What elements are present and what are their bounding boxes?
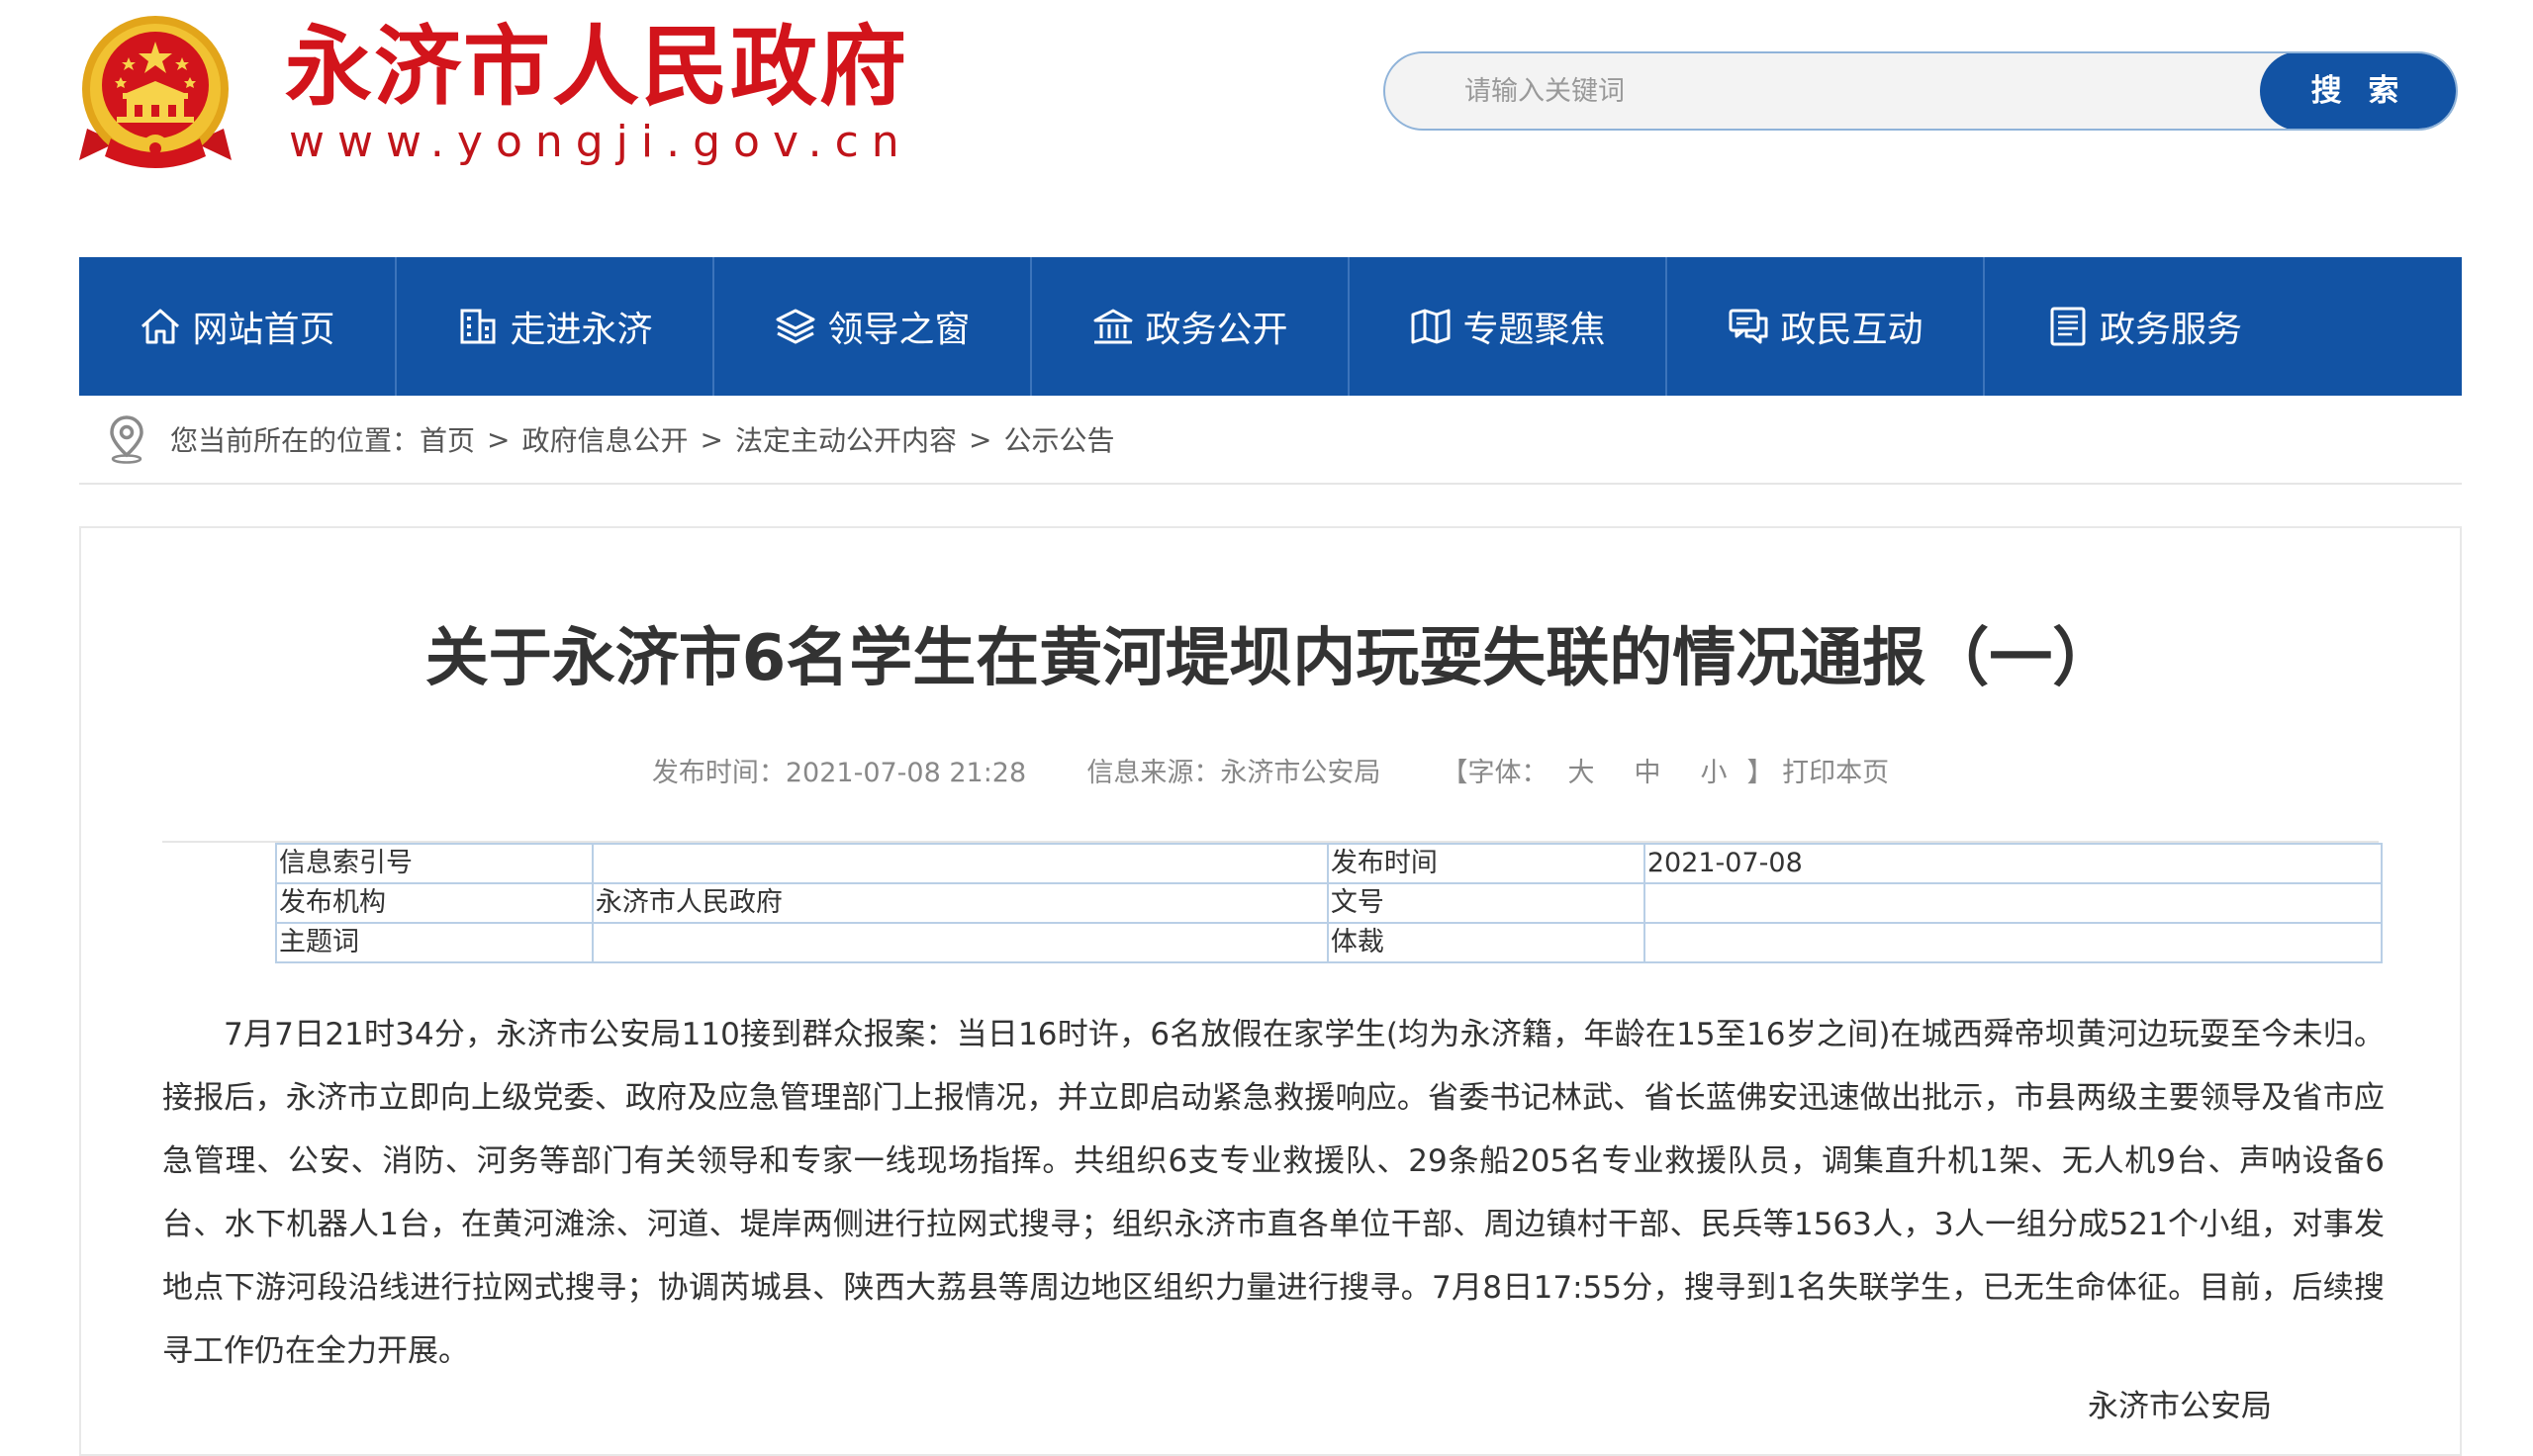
info-table: 信息索引号 发布时间 2021-07-08 发布机构 永济市人民政府 文号 主题…: [275, 843, 2384, 963]
index-label: 信息索引号: [275, 843, 594, 884]
genre-value: [1642, 922, 2384, 963]
font-size-medium-button[interactable]: 中: [1635, 758, 1661, 788]
government-building-icon: [1091, 305, 1135, 348]
index-value: [591, 843, 1329, 884]
org-value: 永济市人民政府: [591, 882, 1329, 924]
building-icon: [456, 305, 500, 348]
font-size-close: 】: [1746, 758, 1774, 788]
nav-item-label: 走进永济: [510, 310, 653, 350]
site-header: 永济市人民政府 www.yongji.gov.cn 搜 索: [0, 0, 2533, 257]
nav-item-government-affairs[interactable]: 政务公开: [1032, 257, 1350, 396]
breadcrumb: 您当前所在的位置： 首页 > 政府信息公开 > 法定主动公开内容 > 公示公告: [79, 396, 2462, 485]
national-emblem-icon[interactable]: [77, 12, 234, 172]
article-meta: 发布时间：2021-07-08 21:28 信息来源：永济市公安局 【字体： 大 中…: [81, 754, 2460, 793]
font-size-open: 【字体：: [1441, 758, 1548, 788]
nav-item-label: 政务公开: [1145, 310, 1288, 350]
date-label: 发布时间: [1326, 843, 1645, 884]
breadcrumb-separator: >: [969, 422, 992, 456]
location-pin-icon: [110, 415, 143, 464]
main-nav: 网站首页 走进永济 领导之窗 政务公开 专题聚焦 政民互动 政务服务: [79, 257, 2462, 396]
search-box: 搜 索: [1383, 51, 2458, 131]
breadcrumb-mandatory-disclosure[interactable]: 法定主动公开内容: [735, 419, 957, 459]
nav-item-special-topics[interactable]: 专题聚焦: [1350, 257, 1667, 396]
nav-item-label: 政务服务: [2100, 310, 2243, 350]
font-size-small-button[interactable]: 小: [1701, 758, 1728, 788]
source-value: 永济市公安局: [1220, 758, 1381, 788]
nav-item-home[interactable]: 网站首页: [79, 257, 397, 396]
table-row: 信息索引号 发布时间 2021-07-08: [275, 843, 2384, 884]
doc-no-label: 文号: [1326, 882, 1645, 924]
publish-time: 2021-07-08 21:28: [785, 758, 1027, 788]
search-input[interactable]: [1464, 53, 2216, 129]
site-url: www.yongji.gov.cn: [289, 117, 912, 167]
source-label: 信息来源：: [1086, 758, 1221, 788]
article-body: 7月7日21时34分，永济市公安局110接到群众报案：当日16时许，6名放假在家…: [162, 1017, 2385, 1369]
document-list-icon: [2046, 305, 2090, 348]
nav-item-label: 领导之窗: [827, 310, 971, 350]
table-row: 发布机构 永济市人民政府 文号: [275, 882, 2384, 924]
home-icon: [139, 305, 182, 348]
breadcrumb-gov-info[interactable]: 政府信息公开: [522, 419, 689, 459]
org-label: 发布机构: [275, 882, 594, 924]
chat-icon: [1727, 305, 1770, 348]
map-book-icon: [1409, 305, 1453, 348]
site-title[interactable]: 永济市人民政府: [285, 18, 908, 117]
print-page-button[interactable]: 打印本页: [1782, 758, 1889, 788]
layers-icon: [774, 305, 817, 348]
breadcrumb-prefix: 您当前所在的位置：: [170, 424, 421, 457]
nav-item-label: 网站首页: [192, 310, 335, 350]
nav-item-label: 专题聚焦: [1462, 310, 1606, 350]
nav-item-leadership[interactable]: 领导之窗: [714, 257, 1032, 396]
table-row: 主题词 体裁: [275, 922, 2384, 963]
breadcrumb-home[interactable]: 首页: [420, 419, 475, 459]
date-value: 2021-07-08: [1642, 843, 2384, 884]
genre-label: 体裁: [1326, 922, 1645, 963]
font-size-large-button[interactable]: 大: [1568, 758, 1595, 788]
search-button[interactable]: 搜 索: [2260, 53, 2456, 129]
keywords-label: 主题词: [275, 922, 594, 963]
breadcrumb-announcements[interactable]: 公示公告: [1003, 419, 1114, 459]
publish-time-label: 发布时间：: [651, 758, 786, 788]
nav-item-services[interactable]: 政务服务: [1985, 257, 2462, 396]
breadcrumb-separator: >: [700, 422, 723, 456]
article-title: 关于永济市6名学生在黄河堤坝内玩耍失联的情况通报（一）: [424, 622, 2116, 695]
nav-item-interaction[interactable]: 政民互动: [1667, 257, 1985, 396]
breadcrumb-separator: >: [487, 422, 511, 456]
nav-item-label: 政民互动: [1780, 310, 1923, 350]
nav-item-about-yongji[interactable]: 走进永济: [397, 257, 714, 396]
doc-no-value: [1642, 882, 2384, 924]
keywords-value: [591, 922, 1329, 963]
article-signature: 永济市公安局: [2088, 1389, 2272, 1424]
article-card: 关于永济市6名学生在黄河堤坝内玩耍失联的情况通报（一） 发布时间：2021-07…: [79, 526, 2462, 1456]
